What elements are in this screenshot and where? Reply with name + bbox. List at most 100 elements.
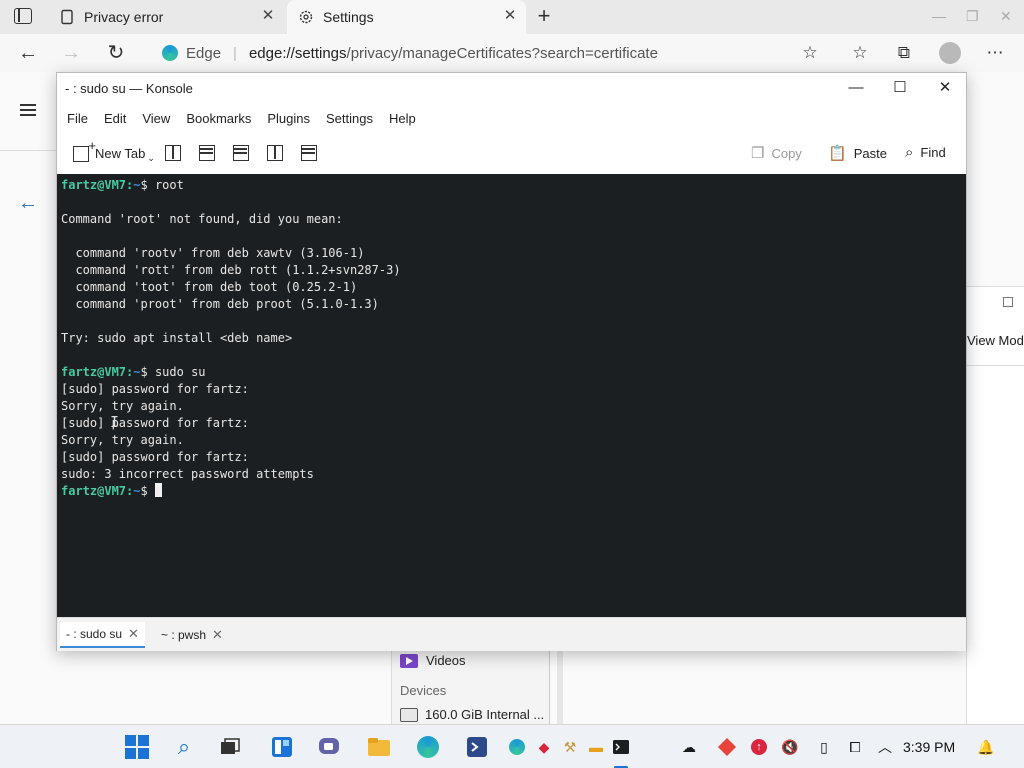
konsole-tab-bar: - : sudo su ✕ ~ : pwsh ✕ bbox=[57, 617, 966, 651]
menu-help[interactable]: Help bbox=[389, 111, 416, 126]
volume-muted-icon[interactable]: 🔇 bbox=[781, 738, 799, 756]
text-cursor-ibeam-icon: I bbox=[110, 413, 120, 431]
konsole-toolbar: New Tab ⌄ ❐ Copy 📋 Paste ⌕ Find bbox=[57, 135, 966, 173]
terminal-output[interactable]: fartz@VM7:~$ root Command 'root' not foun… bbox=[57, 174, 966, 617]
display-icon[interactable]: ⧠ bbox=[846, 738, 864, 756]
cloud-sync-icon[interactable]: ☁ bbox=[680, 738, 698, 756]
tab-pwsh[interactable]: ~ : pwsh ✕ bbox=[155, 622, 229, 648]
dialog-checkbox-icon[interactable] bbox=[1003, 297, 1013, 307]
tab-label: Privacy error bbox=[84, 9, 164, 25]
chevron-down-icon[interactable]: ⌄ bbox=[147, 153, 155, 164]
terminal-line: [sudo] password for fartz: bbox=[61, 382, 249, 396]
back-arrow-icon[interactable]: ← bbox=[17, 42, 39, 64]
url-path: /privacy/manageCertificates?search=certi… bbox=[346, 44, 658, 62]
chat-icon[interactable] bbox=[316, 733, 344, 761]
restore-icon[interactable]: ❐ bbox=[966, 8, 979, 25]
konsole-titlebar[interactable]: - : sudo su — Konsole — ☐ ✕ bbox=[57, 73, 966, 103]
split-top-bottom-icon[interactable] bbox=[199, 145, 215, 161]
url-separator: | bbox=[233, 44, 237, 62]
split-view-icon[interactable] bbox=[267, 145, 283, 161]
settings-menu-icon[interactable] bbox=[20, 104, 36, 116]
address-bar[interactable]: Edge | edge://settings/privacy/manageCer… bbox=[150, 38, 830, 68]
paste-icon: 📋 bbox=[828, 145, 847, 162]
collections-icon[interactable]: ⧉ bbox=[893, 42, 915, 64]
maximize-icon[interactable]: ☐ bbox=[890, 79, 910, 97]
menu-bookmarks[interactable]: Bookmarks bbox=[186, 111, 251, 126]
search-icon: ⌕ bbox=[905, 144, 914, 161]
tools-icon[interactable]: ⚒ bbox=[561, 738, 579, 756]
minimize-icon[interactable]: — bbox=[846, 79, 866, 97]
folder-icon[interactable]: ▬ bbox=[587, 738, 605, 756]
menu-view[interactable]: View bbox=[142, 111, 170, 126]
forward-arrow-icon[interactable]: → bbox=[60, 42, 82, 64]
notification-bell-icon[interactable]: 🔔 bbox=[977, 738, 995, 756]
copy-label: Copy bbox=[771, 145, 802, 161]
close-tab-icon[interactable]: ✕ bbox=[502, 8, 518, 24]
close-window-icon[interactable]: ✕ bbox=[1000, 8, 1012, 25]
vertical-tabs-icon[interactable] bbox=[14, 8, 32, 24]
terminal-line: fartz@VM7:~$ bbox=[61, 483, 962, 500]
battery-icon[interactable]: ▯ bbox=[815, 738, 833, 756]
split-left-right-icon[interactable] bbox=[165, 145, 181, 161]
close-tab-icon[interactable]: ✕ bbox=[128, 626, 139, 642]
tab-sudo-su[interactable]: - : sudo su ✕ bbox=[60, 622, 145, 648]
powershell-icon[interactable] bbox=[463, 733, 491, 761]
menu-file[interactable]: File bbox=[67, 111, 88, 126]
url-host: edge://settings bbox=[248, 44, 347, 62]
close-icon[interactable]: ✕ bbox=[935, 79, 955, 97]
close-tab-icon[interactable]: ✕ bbox=[260, 8, 276, 24]
terminal-line: [sudo] password for fartz: bbox=[61, 416, 249, 430]
start-button[interactable] bbox=[123, 733, 151, 761]
sidebar-item-drive[interactable]: 160.0 GiB Internal ... bbox=[400, 707, 544, 722]
more-options-icon[interactable]: ⋯ bbox=[984, 42, 1006, 64]
add-favorite-icon[interactable]: ☆ bbox=[799, 42, 821, 64]
file-explorer-icon[interactable] bbox=[365, 733, 393, 761]
prompt-path: ~ bbox=[133, 484, 141, 498]
sidebar-item-videos[interactable]: Videos bbox=[400, 653, 466, 668]
terminal-line: [sudo] password for fartz: bbox=[61, 450, 249, 464]
new-tab-icon bbox=[73, 138, 96, 162]
task-view-icon[interactable] bbox=[216, 733, 244, 761]
favorites-icon[interactable]: ☆ bbox=[849, 42, 871, 64]
search-icon[interactable]: ⌕ bbox=[170, 733, 198, 761]
document-icon bbox=[58, 8, 76, 26]
close-tab-icon[interactable]: ✕ bbox=[212, 627, 223, 643]
split-horizontal-icon[interactable] bbox=[301, 145, 317, 161]
terminal-app-icon[interactable] bbox=[612, 738, 630, 756]
videos-icon bbox=[400, 653, 418, 668]
menu-settings[interactable]: Settings bbox=[326, 111, 373, 126]
find-button[interactable]: ⌕ Find bbox=[905, 144, 946, 161]
new-tab-icon[interactable]: + bbox=[534, 5, 554, 27]
terminal-line: Sorry, try again. bbox=[61, 433, 184, 447]
minimize-icon[interactable]: — bbox=[932, 8, 946, 24]
tab-privacy-error[interactable]: Privacy error ✕ bbox=[48, 0, 284, 34]
edge-logo-icon bbox=[162, 45, 178, 61]
menu-plugins[interactable]: Plugins bbox=[267, 111, 310, 126]
terminal-line: Sorry, try again. bbox=[61, 399, 184, 413]
copy-button[interactable]: ❐ Copy bbox=[751, 144, 802, 162]
terminal-line: command 'rootv' from deb xawtv (3.106-1) bbox=[61, 246, 365, 260]
sidebar-item-label: 160.0 GiB Internal ... bbox=[425, 707, 545, 722]
refresh-icon[interactable]: ↻ bbox=[105, 42, 127, 64]
system-clock[interactable]: 3:39 PM bbox=[903, 739, 955, 755]
edge-browser-icon[interactable] bbox=[414, 733, 442, 761]
profile-avatar[interactable] bbox=[939, 42, 961, 64]
update-icon[interactable]: ↑ bbox=[750, 738, 768, 756]
split-layout-icon[interactable] bbox=[233, 145, 249, 161]
anydesk-icon[interactable] bbox=[717, 737, 737, 757]
git-icon[interactable]: ◆ bbox=[535, 738, 553, 756]
taskbar: ⌕ ◆ ⚒ ▬ ☁ ↑ 🔇 ▯ ⧠ ︿ 3:39 PM 🔔 bbox=[0, 724, 1024, 768]
paste-button[interactable]: 📋 Paste bbox=[828, 144, 887, 162]
find-label: Find bbox=[920, 145, 946, 160]
explorer-scrollbar[interactable] bbox=[557, 651, 563, 724]
edge-dev-icon[interactable] bbox=[508, 738, 526, 756]
settings-divider bbox=[0, 150, 60, 151]
file-explorer-sidebar: Videos Devices 160.0 GiB Internal ... bbox=[391, 651, 550, 724]
widgets-icon[interactable] bbox=[268, 733, 296, 761]
menu-edit[interactable]: Edit bbox=[104, 111, 126, 126]
new-tab-button[interactable]: New Tab ⌄ bbox=[73, 138, 155, 164]
tab-settings[interactable]: Settings ✕ bbox=[287, 0, 526, 34]
settings-back-arrow-icon[interactable]: ← bbox=[18, 192, 38, 215]
chevron-up-icon[interactable]: ︿ bbox=[876, 738, 894, 756]
